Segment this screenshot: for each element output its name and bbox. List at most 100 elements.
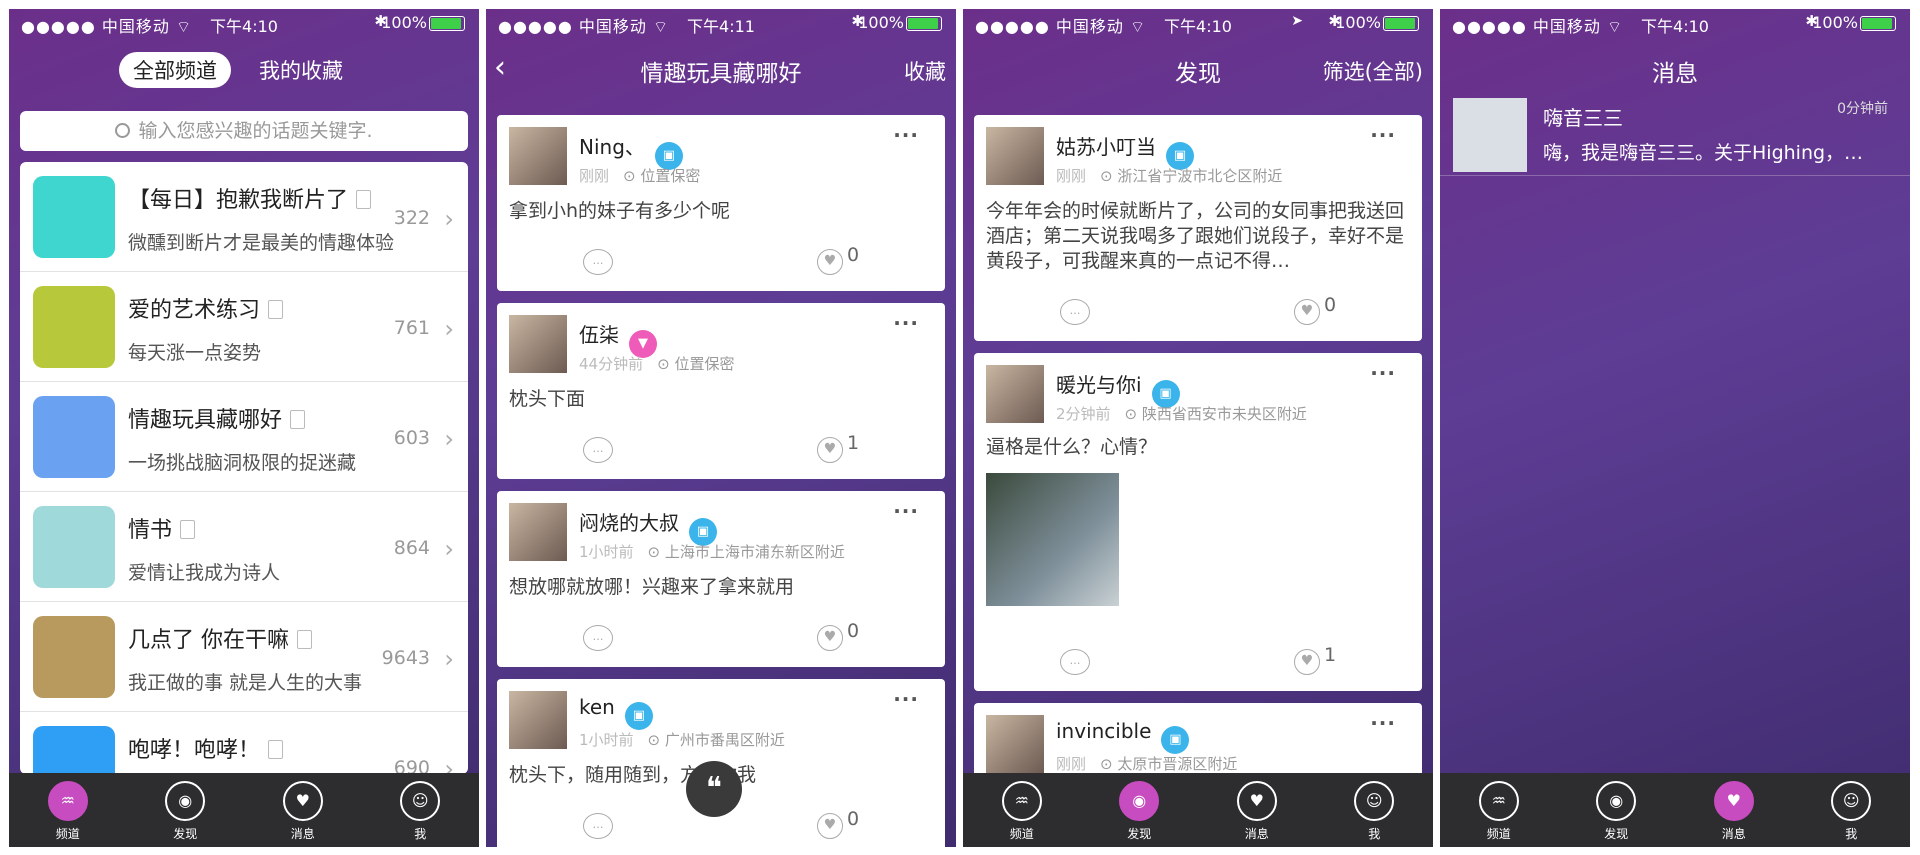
battery-percent: 100% bbox=[1812, 13, 1858, 32]
post-card[interactable]: 姑苏小叮当 ▣ ··· 刚刚 ⊙ 浙江省宁波市北仑区附近 今年年会的时候就断片了，公… bbox=[974, 115, 1422, 341]
chevron-right-icon: › bbox=[444, 205, 454, 233]
comment-icon[interactable]: … bbox=[1060, 649, 1090, 675]
nav-bar: ‹ 情趣玩具藏哪好 收藏 bbox=[486, 44, 956, 94]
location-label: ⊙ 陕西省西安市未央区附近 bbox=[1124, 405, 1307, 423]
post-meta: 1小时前 ⊙ 广州市番禺区附近 bbox=[579, 731, 785, 749]
avatar[interactable] bbox=[986, 127, 1044, 185]
channel-row[interactable]: 情书 爱情让我成为诗人 864 › bbox=[20, 492, 468, 602]
tab-discover[interactable]: ◉ 发现 bbox=[127, 773, 245, 847]
segment-all-channels[interactable]: 全部频道 bbox=[119, 52, 231, 88]
tab-messages[interactable]: ♥ 消息 bbox=[1198, 773, 1316, 847]
tab-me[interactable]: ☺ 我 bbox=[362, 773, 480, 847]
tab-channels[interactable]: ♒ 频道 bbox=[1440, 773, 1558, 847]
avatar[interactable] bbox=[509, 691, 567, 749]
like-button[interactable]: ♥ 0 bbox=[817, 620, 859, 651]
document-icon bbox=[180, 520, 196, 539]
post-photo[interactable] bbox=[986, 473, 1119, 606]
tab-label: 我 bbox=[1368, 827, 1381, 841]
location-arrow-icon: ➤ bbox=[1291, 13, 1303, 29]
chat-bubble-icon: ♥ bbox=[282, 781, 323, 821]
comment-icon[interactable]: … bbox=[583, 249, 613, 275]
more-icon[interactable]: ··· bbox=[1370, 361, 1396, 385]
comment-icon[interactable]: … bbox=[1060, 299, 1090, 325]
channel-thumbnail bbox=[33, 616, 115, 698]
quote-fab-button[interactable]: ❝ bbox=[686, 761, 742, 817]
post-card[interactable]: 伍柒 ▼ ··· 44分钟前 ⊙ 位置保密 枕头下面… ♥ 1 bbox=[497, 303, 945, 479]
message-preview: 嗨，我是嗨音三三。关于Highing，… bbox=[1543, 142, 1864, 164]
channel-row[interactable]: 咆哮！咆哮！ 690 › bbox=[20, 712, 468, 774]
favorite-button[interactable]: 收藏 bbox=[904, 56, 946, 86]
post-card[interactable]: 暖光与你i ▣ ··· 2分钟前 ⊙ 陕西省西安市未央区附近 逼格是什么？心情？… … bbox=[974, 353, 1422, 691]
tab-label: 发现 bbox=[1127, 827, 1152, 841]
battery-icon bbox=[1383, 16, 1419, 31]
channel-row[interactable]: 【每日】抱歉我断片了 微醺到断片才是最美的情趣体验 322 › bbox=[20, 162, 468, 272]
tab-label: 发现 bbox=[173, 827, 198, 841]
more-icon[interactable]: ··· bbox=[893, 687, 919, 711]
like-button[interactable]: ♥ 0 bbox=[1294, 294, 1336, 325]
post-meta: 44分钟前 ⊙ 位置保密 bbox=[579, 355, 735, 373]
channel-count: 603 bbox=[393, 427, 430, 449]
location-label: ⊙ 上海市上海市浦东新区附近 bbox=[647, 543, 845, 561]
tab-messages[interactable]: ♥ 消息 bbox=[244, 773, 362, 847]
channel-desc: 微醺到断片才是最美的情趣体验 bbox=[128, 232, 395, 254]
more-icon[interactable]: ··· bbox=[893, 499, 919, 523]
channel-title: 【每日】抱歉我断片了 bbox=[128, 182, 372, 214]
chevron-right-icon: › bbox=[444, 535, 454, 563]
channel-thumbnail bbox=[33, 286, 115, 368]
user-name[interactable]: invincible ▣ bbox=[1056, 719, 1190, 754]
channel-list: 【每日】抱歉我断片了 微醺到断片才是最美的情趣体验 322 › 爱的艺术练习 每… bbox=[20, 162, 468, 774]
channel-title: 几点了 你在干嘛 bbox=[128, 622, 312, 654]
channels-icon: ♒ bbox=[1001, 781, 1042, 821]
document-icon bbox=[297, 630, 312, 649]
tab-me[interactable]: ☺ 我 bbox=[1316, 773, 1434, 847]
message-row[interactable]: 嗨音三三 0分钟前 嗨，我是嗨音三三。关于Highing，… bbox=[1440, 92, 1910, 176]
like-button[interactable]: ♥ 0 bbox=[817, 808, 859, 839]
post-text: 拿到小h的妹子有多少个呢 bbox=[509, 200, 731, 222]
avatar[interactable] bbox=[509, 315, 567, 373]
segment-my-favorites[interactable]: 我的收藏 bbox=[245, 52, 357, 88]
more-icon[interactable]: ··· bbox=[893, 311, 919, 335]
post-text: 想放哪就放哪！兴趣来了拿来就用 bbox=[509, 576, 795, 598]
avatar[interactable] bbox=[509, 503, 567, 561]
tab-channels[interactable]: ♒ 频道 bbox=[963, 773, 1081, 847]
channel-row[interactable]: 情趣玩具藏哪好 一场挑战脑洞极限的捉迷藏 603 › bbox=[20, 382, 468, 492]
post-meta: 1小时前 ⊙ 上海市上海市浦东新区附近 bbox=[579, 543, 845, 561]
like-button[interactable]: ♥ 0 bbox=[817, 244, 859, 275]
chevron-right-icon: › bbox=[444, 755, 454, 774]
more-icon[interactable]: ··· bbox=[1370, 711, 1396, 735]
comment-icon[interactable]: … bbox=[583, 625, 613, 651]
post-text: 今年年会的时候就断片了，公司的女同事把我送回酒店；第二天说我喝多了跟她们说段子，… bbox=[986, 200, 1405, 272]
post-card[interactable]: 闷烧的大叔 ▣ ··· 1小时前 ⊙ 上海市上海市浦东新区附近 想放哪就放哪！兴趣来… bbox=[497, 491, 945, 667]
page-title: 情趣玩具藏哪好 bbox=[640, 61, 802, 87]
status-bar: ●●●●● 中国移动 ⌔ 下午4:10 ➤ ✱ 100% bbox=[963, 9, 1433, 37]
tab-me[interactable]: ☺ 我 bbox=[1793, 773, 1911, 847]
tab-bar: ♒ 频道 ◉ 发现 ♥ 消息 ☺ 我 bbox=[9, 773, 479, 847]
post-text: 枕头下面 bbox=[509, 388, 586, 410]
location-pin-icon: ◉ bbox=[1119, 781, 1160, 821]
avatar[interactable] bbox=[986, 365, 1044, 423]
filter-button[interactable]: 筛选(全部) bbox=[1323, 56, 1423, 86]
user-icon: ☺ bbox=[1831, 781, 1872, 821]
user-name[interactable]: ken ▣ bbox=[579, 695, 653, 730]
channel-row[interactable]: 几点了 你在干嘛 我正做的事 就是人生的大事 9643 › bbox=[20, 602, 468, 712]
comment-icon[interactable]: … bbox=[583, 437, 613, 463]
search-input[interactable]: 输入您感兴趣的话题关键字. bbox=[20, 111, 468, 151]
tab-messages[interactable]: ♥ 消息 bbox=[1675, 773, 1793, 847]
channel-count: 761 bbox=[393, 317, 430, 339]
channel-row[interactable]: 爱的艺术练习 每天涨一点姿势 761 › bbox=[20, 272, 468, 382]
post-card[interactable]: Ning、 ▣ ··· 刚刚 ⊙ 位置保密 拿到小h的妹子有多少个呢… ♥ 0 bbox=[497, 115, 945, 291]
like-button[interactable]: ♥ 1 bbox=[817, 432, 859, 463]
avatar[interactable] bbox=[509, 127, 567, 185]
like-button[interactable]: ♥ 1 bbox=[1294, 644, 1336, 675]
comment-icon[interactable]: … bbox=[583, 813, 613, 839]
channel-desc: 每天涨一点姿势 bbox=[128, 342, 262, 364]
avatar[interactable] bbox=[986, 715, 1044, 773]
heart-icon: ♥ bbox=[817, 625, 843, 651]
more-icon[interactable]: ··· bbox=[1370, 123, 1396, 147]
tab-channels[interactable]: ♒ 频道 bbox=[9, 773, 127, 847]
tab-label: 频道 bbox=[1486, 827, 1511, 841]
channel-thumbnail bbox=[33, 726, 115, 774]
tab-discover[interactable]: ◉ 发现 bbox=[1558, 773, 1676, 847]
tab-discover[interactable]: ◉ 发现 bbox=[1081, 773, 1199, 847]
more-icon[interactable]: ··· bbox=[893, 123, 919, 147]
